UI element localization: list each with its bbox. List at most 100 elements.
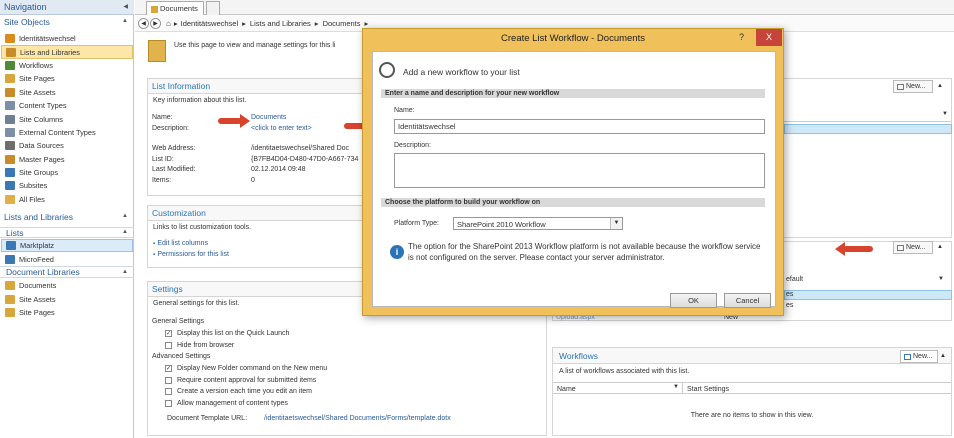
nav-item-label: Master Pages	[19, 154, 65, 164]
info-value: 0	[251, 176, 255, 184]
chevron-up-icon[interactable]: ▲	[122, 269, 128, 275]
new-tab-button[interactable]	[206, 1, 220, 15]
chevron-down-icon[interactable]: ▼	[610, 218, 622, 229]
lists-header[interactable]: Lists ▲	[0, 227, 134, 238]
document-template-label: Document Template URL:	[167, 415, 248, 422]
info-value[interactable]: Documents	[251, 114, 286, 125]
list-icon	[5, 254, 15, 264]
nav-item[interactable]: Workflows	[1, 59, 133, 72]
library-icon	[5, 307, 15, 317]
selected-form-row[interactable]: es	[784, 290, 952, 300]
document-template-link[interactable]: /identitaetswechsel/Shared Documents/For…	[264, 415, 451, 422]
general-settings-list: ✓ Display this list on the Quick Launch Hi…	[165, 328, 465, 351]
nav-item[interactable]: Master Pages	[1, 153, 133, 166]
description-input[interactable]	[394, 153, 765, 188]
setting-checkbox[interactable]: ✓	[165, 365, 172, 373]
nav-item[interactable]: Site Assets	[1, 86, 133, 99]
nav-item[interactable]: All Files	[1, 193, 133, 206]
nav-item-label: Identitätswechsel	[19, 34, 76, 44]
dropdown-icon[interactable]: ▼	[942, 111, 948, 117]
setting-checkbox[interactable]	[165, 376, 172, 384]
column-name[interactable]: Name ▼	[553, 383, 683, 393]
nav-item[interactable]: MicroFeed	[1, 252, 133, 265]
setting-row: Allow management of content types	[165, 398, 465, 410]
column-start-settings[interactable]: Start Settings	[683, 383, 951, 393]
setting-checkbox[interactable]	[165, 388, 172, 396]
document-libraries-header[interactable]: Document Libraries ▲	[0, 266, 134, 278]
info-value: /identitaetswechsel/Shared Doc	[251, 145, 350, 152]
section-platform-header: Choose the platform to build your workfl…	[381, 198, 765, 207]
nav-item[interactable]: Data Sources	[1, 139, 133, 152]
subsites-icon	[5, 181, 15, 191]
info-key: List ID:	[152, 155, 174, 163]
edit-list-columns-link[interactable]: Edit list columns	[157, 240, 208, 247]
nav-item[interactable]: Lists and Libraries	[1, 45, 133, 59]
lists-icon	[6, 47, 16, 57]
dropdown-icon[interactable]: ▼	[938, 276, 944, 282]
library-settings-icon	[148, 40, 166, 62]
setting-checkbox[interactable]: ✓	[165, 330, 172, 338]
nav-item[interactable]: Identitätswechsel	[1, 32, 133, 45]
nav-item[interactable]: Content Types	[1, 99, 133, 112]
breadcrumb-lists[interactable]: Lists and Libraries	[250, 19, 311, 28]
help-button[interactable]: ?	[739, 32, 744, 42]
site-icon	[5, 34, 15, 44]
lists-and-libraries-header[interactable]: Lists and Libraries ▲	[0, 211, 134, 223]
setting-checkbox[interactable]	[165, 399, 172, 407]
collapse-icon[interactable]: ▲	[937, 244, 943, 250]
customization-desc: Links to list customization tools.	[153, 224, 252, 231]
nav-item[interactable]: Subsites	[1, 179, 133, 192]
nav-item-label: All Files	[19, 194, 45, 204]
dropdown-icon[interactable]: ▼	[673, 384, 679, 390]
views-header-row: ▼	[784, 110, 952, 122]
nav-item[interactable]: Documents	[1, 279, 133, 292]
nav-item-label: Site Assets	[19, 294, 56, 304]
nav-item[interactable]: Site Assets	[1, 292, 133, 305]
close-button[interactable]: X	[756, 29, 782, 46]
chevron-up-icon[interactable]: ▲	[122, 18, 128, 24]
tab-documents[interactable]: Documents	[146, 1, 204, 15]
tab-bar	[135, 0, 954, 15]
advanced-settings-list: ✓ Display New Folder command on the New m…	[165, 363, 465, 409]
platform-type-select[interactable]: SharePoint 2010 Workflow ▼	[453, 217, 623, 230]
workflows-desc: A list of workflows associated with this…	[559, 368, 690, 375]
forward-icon[interactable]: ▶	[150, 17, 161, 29]
breadcrumb-site[interactable]: Identitätswechsel	[181, 19, 239, 28]
groups-icon	[5, 168, 15, 178]
nav-item[interactable]: External Content Types	[1, 126, 133, 139]
setting-row: Require content approval for submitted i…	[165, 375, 465, 387]
chevron-up-icon[interactable]: ▲	[122, 213, 128, 219]
nav-item[interactable]: Site Groups	[1, 166, 133, 179]
new-form-button[interactable]: New...	[893, 241, 933, 254]
home-icon[interactable]: ⌂	[166, 19, 171, 28]
info-key: Last Modified:	[152, 166, 196, 173]
collapse-left-icon[interactable]: ◀	[123, 3, 128, 10]
new-workflow-button[interactable]: New...	[900, 350, 938, 363]
nav-item[interactable]: Site Pages	[1, 306, 133, 319]
navigation-title: Navigation ◀	[0, 0, 134, 15]
nav-item-label: Lists and Libraries	[20, 47, 80, 57]
nav-item[interactable]: Marktplatz	[1, 239, 133, 253]
collapse-icon[interactable]: ▲	[940, 353, 946, 359]
new-view-button[interactable]: New...	[893, 80, 933, 93]
site-objects-header[interactable]: Site Objects ▲	[0, 16, 134, 28]
back-icon[interactable]: ◀	[138, 17, 149, 29]
info-value[interactable]: <click to enter text>	[251, 125, 312, 136]
breadcrumb-documents[interactable]: Documents	[323, 19, 361, 28]
permissions-link[interactable]: Permissions for this list	[157, 251, 229, 258]
customization-panel: Customization Links to list customizatio…	[147, 205, 364, 268]
info-key: Web Address:	[152, 145, 196, 152]
nav-item[interactable]: Site Columns	[1, 112, 133, 125]
nav-item-label: Site Groups	[19, 168, 59, 178]
chevron-up-icon[interactable]: ▲	[122, 229, 128, 235]
name-input[interactable]: Identitätswechsel	[394, 119, 765, 134]
lists-nav-list: Marktplatz MicroFeed	[1, 239, 133, 266]
nav-item[interactable]: Site Pages	[1, 72, 133, 85]
workflow-icon	[379, 62, 395, 78]
setting-checkbox[interactable]	[165, 341, 172, 349]
ok-button[interactable]: OK	[670, 293, 717, 308]
selected-view-row[interactable]	[784, 124, 952, 134]
cancel-button[interactable]: Cancel	[724, 293, 771, 308]
nav-item-label: Site Assets	[19, 87, 56, 97]
collapse-icon[interactable]: ▲	[937, 83, 943, 89]
